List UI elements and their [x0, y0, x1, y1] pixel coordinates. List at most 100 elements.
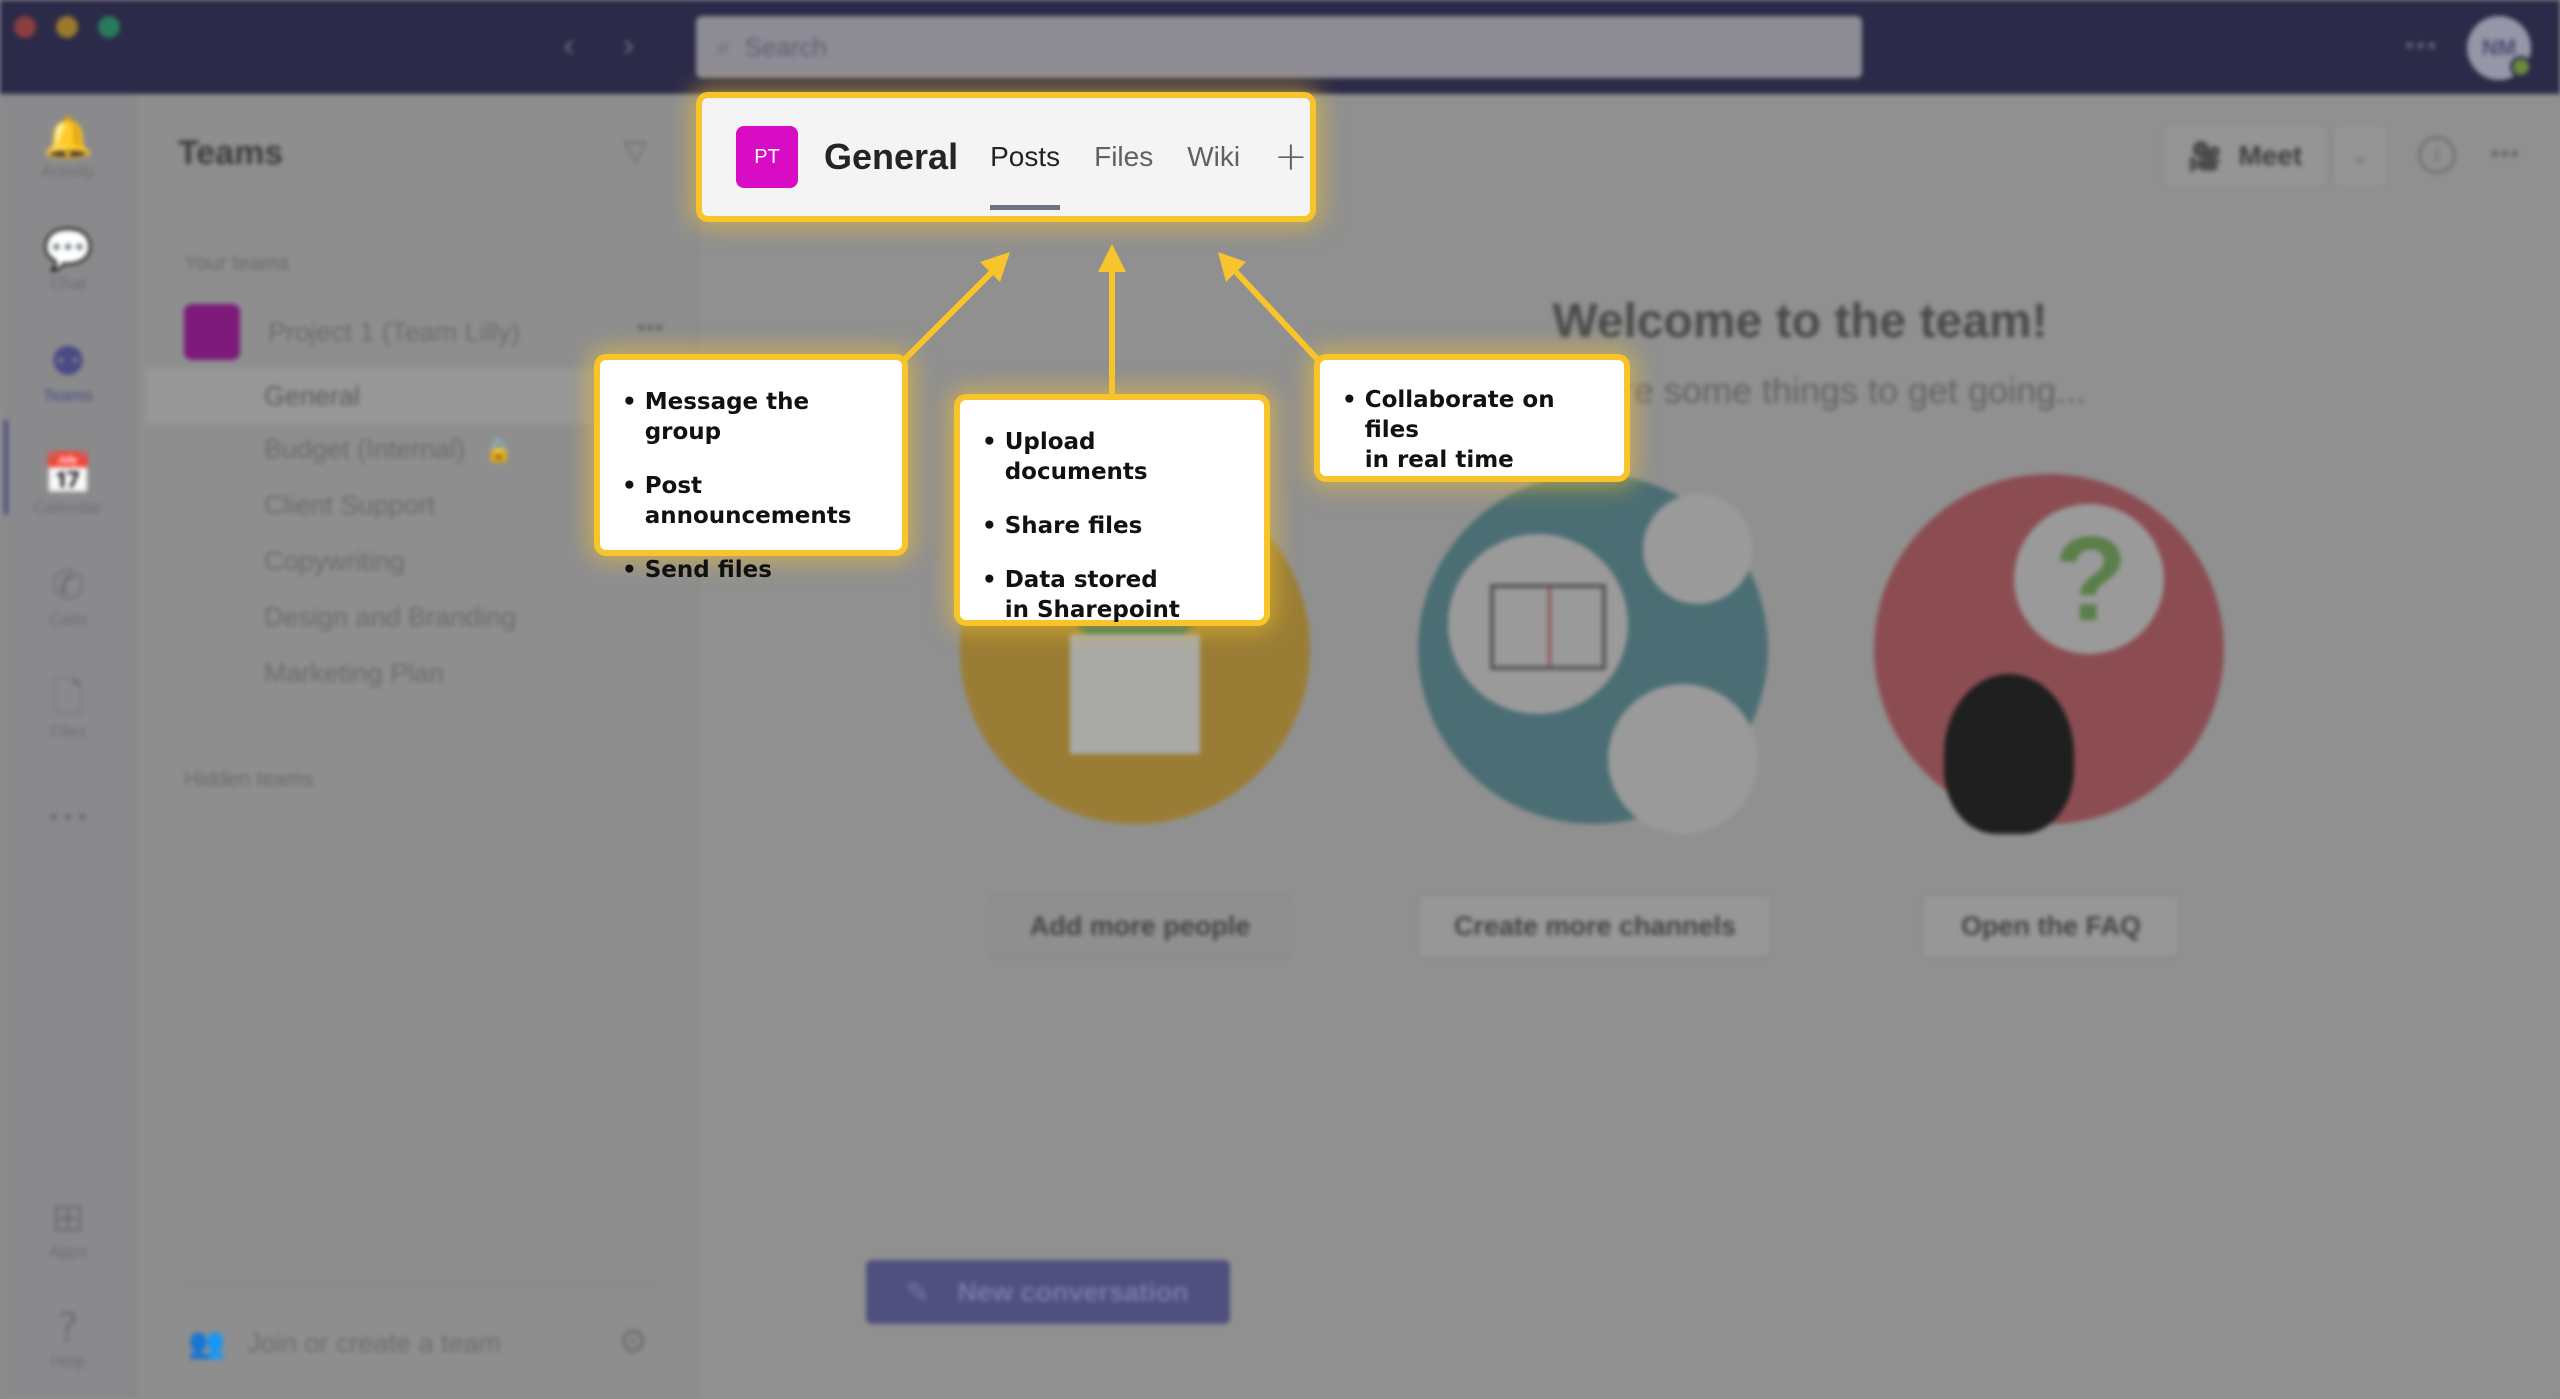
callout-item: • Send files — [622, 556, 880, 586]
callout-text: Post announcements — [644, 472, 852, 529]
team-item[interactable]: Project 1 (Team Lilly) ••• — [184, 304, 664, 360]
maximize-window-button[interactable] — [98, 16, 120, 38]
tab-posts[interactable]: Posts — [990, 98, 1061, 216]
rail-label: Calls — [49, 610, 87, 629]
rail-label: Activity — [41, 162, 95, 181]
channel-main: 🎥 Meet ⌄ i ••• Welcome to the team! Here… — [700, 94, 2560, 1399]
channel-marketing-plan[interactable]: Marketing Plan — [264, 658, 444, 689]
presence-status-icon — [2510, 56, 2532, 78]
info-icon[interactable]: i — [2418, 136, 2456, 174]
file-icon: 🗋 — [51, 675, 85, 721]
callout-posts: • Message the group • Post announcements •… — [600, 360, 902, 583]
rail-item-teams[interactable]: ⚉ Teams — [0, 338, 136, 406]
channels-illustration — [1418, 474, 1768, 834]
rail-item-chat[interactable]: 💬 Chat — [0, 226, 136, 294]
channel-more-icon[interactable]: ••• — [2490, 138, 2519, 170]
video-camera-icon: 🎥 — [2187, 139, 2223, 173]
bullet: • — [982, 512, 997, 539]
channel-copywriting[interactable]: Copywriting — [264, 546, 405, 577]
close-window-button[interactable] — [14, 16, 36, 38]
callout-text: Share files — [1004, 512, 1143, 539]
callout-text: Collaborate on files in real time — [1364, 387, 1555, 473]
channel-title: General — [824, 136, 959, 177]
apps-grid-icon: ⊞ — [51, 1195, 85, 1241]
welcome-title: Welcome to the team! — [1552, 295, 2048, 348]
open-faq-button[interactable]: Open the FAQ — [1922, 894, 2180, 958]
compose-icon: ✎ — [906, 1275, 930, 1309]
bell-icon: 🔔 — [43, 115, 93, 161]
callout-files: • Upload documents • Share files • Data sto… — [960, 400, 1264, 623]
rail-label: Chat — [50, 274, 86, 293]
illustration-shape — [1944, 674, 2074, 834]
title-bar: ‹ › ⌕ Search ••• NM — [0, 0, 2560, 94]
rail-item-more-apps[interactable]: ••• — [0, 794, 136, 842]
rail-item-files[interactable]: 🗋 Files — [0, 674, 136, 742]
back-arrow-icon[interactable]: ‹ — [562, 26, 576, 66]
rail-item-calendar[interactable]: 📅 Calendar — [0, 450, 136, 518]
illustration-shape — [1070, 634, 1200, 754]
tab-wiki[interactable]: Wiki — [1187, 98, 1240, 216]
callout-text: Data stored in Sharepoint — [1004, 566, 1180, 623]
gear-icon[interactable]: ⚙ — [618, 1322, 648, 1362]
callout-text: Send files — [644, 556, 772, 583]
search-icon: ⌕ — [716, 31, 731, 62]
rail-label: Files — [50, 722, 86, 741]
meet-dropdown-button[interactable]: ⌄ — [2332, 124, 2388, 188]
book-icon — [1490, 584, 1606, 670]
rail-label: Teams — [42, 386, 94, 405]
bullet: • — [982, 429, 997, 455]
new-conversation-label: New conversation — [957, 1276, 1189, 1307]
meet-button[interactable]: 🎥 Meet — [2162, 124, 2328, 188]
lock-icon: 🔒 — [485, 439, 513, 464]
rail-item-calls[interactable]: ✆ Calls — [0, 562, 136, 630]
team-name: Project 1 (Team Lilly) — [268, 316, 521, 347]
people-add-icon: 👥 — [188, 1326, 226, 1361]
bullet: • — [622, 472, 637, 499]
teams-icon: ⚉ — [50, 339, 86, 385]
search-placeholder: Search — [744, 31, 827, 62]
channel-client-support[interactable]: Client Support — [264, 490, 435, 521]
hidden-teams-label[interactable]: Hidden teams — [184, 768, 314, 792]
join-create-team-button[interactable]: 👥 Join or create a team — [188, 1326, 501, 1361]
add-tab-icon[interactable]: + — [1274, 134, 1308, 180]
rail-item-help[interactable]: ? Help — [0, 1304, 136, 1372]
add-more-people-button[interactable]: Add more people — [988, 894, 1292, 958]
tab-files[interactable]: Files — [1094, 98, 1153, 216]
rail-item-apps[interactable]: ⊞ Apps — [0, 1194, 136, 1262]
meet-label: Meet — [2238, 140, 2303, 171]
callout-wiki: • Collaborate on files in real time — [1320, 360, 1624, 476]
illustration-shape — [1643, 494, 1753, 604]
create-more-channels-button[interactable]: Create more channels — [1418, 894, 1772, 958]
rail-label: Apps — [48, 1242, 88, 1261]
forward-arrow-icon[interactable]: › — [622, 26, 636, 66]
channel-design-branding[interactable]: Design and Branding — [264, 602, 516, 633]
channel-budget-internal[interactable]: Budget (Internal) 🔒 — [264, 434, 513, 465]
teams-sidebar: Teams ▽ Your teams Project 1 (Team Lilly… — [138, 94, 706, 1399]
app-rail: 🔔 Activity 💬 Chat ⚉ Teams 📅 Calendar ✆ C… — [0, 94, 136, 1399]
illustration-shape — [1608, 684, 1758, 834]
callout-text: Upload documents — [1004, 429, 1148, 485]
callout-item: • Post announcements — [622, 472, 880, 532]
new-conversation-button[interactable]: ✎ New conversation — [866, 1260, 1230, 1324]
team-more-icon[interactable]: ••• — [637, 312, 664, 343]
team-avatar-badge: PT — [736, 126, 798, 188]
sidebar-title: Teams — [178, 134, 284, 172]
rail-item-activity[interactable]: 🔔 Activity — [0, 114, 136, 182]
channel-header-highlight: PT General Posts Files Wiki + — [702, 98, 1310, 216]
filter-icon[interactable]: ▽ — [624, 134, 647, 169]
ellipsis-icon: ••• — [46, 804, 90, 832]
rail-label: Help — [50, 1352, 86, 1371]
channel-name: Budget (Internal) — [264, 434, 466, 464]
question-mark-icon: ? — [2054, 512, 2128, 646]
search-input[interactable]: ⌕ Search — [696, 16, 1862, 78]
callout-item: • Share files — [982, 512, 1242, 542]
bullet: • — [1342, 387, 1357, 413]
phone-icon: ✆ — [51, 563, 85, 609]
join-label: Join or create a team — [247, 1328, 501, 1358]
callout-text: Message the group — [644, 389, 810, 445]
minimize-window-button[interactable] — [56, 16, 78, 38]
help-icon: ? — [57, 1305, 79, 1351]
bullet: • — [982, 566, 997, 593]
more-options-icon[interactable]: ••• — [2405, 30, 2438, 61]
faq-illustration: ? — [1874, 474, 2224, 834]
